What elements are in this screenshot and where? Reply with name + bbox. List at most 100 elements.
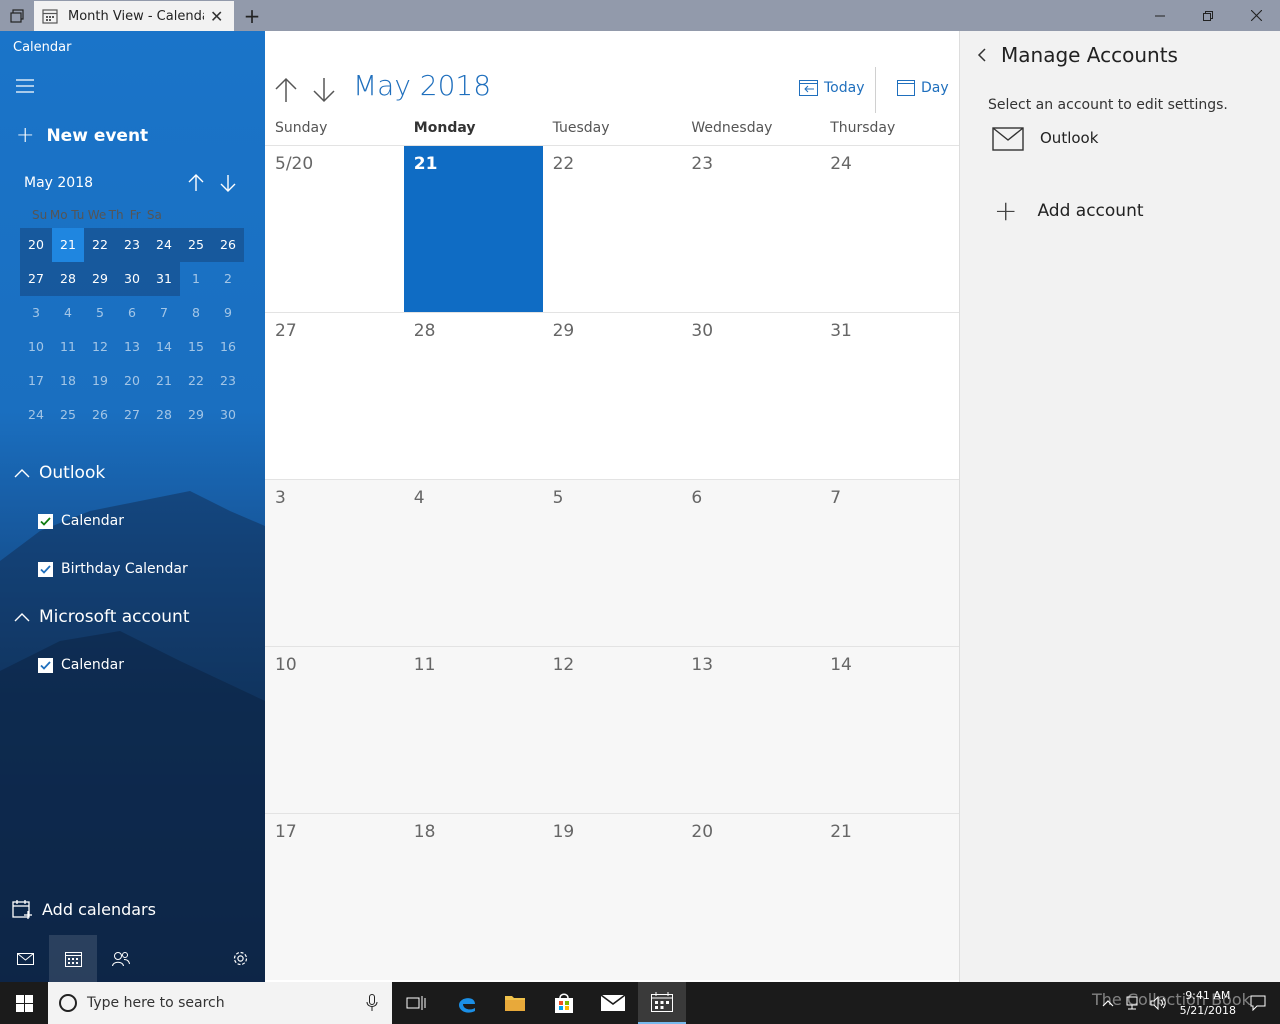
mini-day[interactable]: 20 [116,364,148,398]
day-cell[interactable]: 4 [403,480,543,646]
day-cell[interactable]: 27 [265,313,404,479]
mini-day[interactable]: 26 [212,228,244,262]
day-cell[interactable]: 21 [820,814,959,980]
mini-day[interactable]: 22 [84,228,116,262]
add-calendars-button[interactable]: Add calendars [12,899,156,919]
mini-day[interactable]: 23 [212,364,244,398]
new-tab-button[interactable]: + [240,4,264,28]
day-cell[interactable]: 28 [404,313,543,479]
day-view-button[interactable]: Day [897,79,949,96]
day-cell[interactable]: 20 [681,814,821,980]
checkbox[interactable] [38,513,53,529]
mini-day[interactable]: 21 [148,364,180,398]
mini-day[interactable]: 26 [84,398,116,432]
mini-day[interactable]: 28 [148,398,180,432]
show-hidden-icons-icon[interactable] [1102,999,1114,1007]
restore-button[interactable] [1184,0,1232,31]
day-cell[interactable]: 14 [820,647,959,813]
day-cell[interactable]: 22 [543,146,682,312]
mini-day[interactable]: 8 [180,296,212,330]
edge-button[interactable] [443,982,491,1024]
clock[interactable]: 9:41 AM 5/21/2018 [1180,988,1236,1018]
mini-day[interactable]: 16 [212,330,244,364]
mini-day[interactable]: 12 [84,330,116,364]
mini-next-month-icon[interactable] [219,173,237,193]
file-explorer-button[interactable] [491,982,539,1024]
day-cell[interactable]: 11 [403,647,543,813]
add-account-button[interactable]: + Add account [994,194,1144,227]
mini-day[interactable]: 29 [84,262,116,296]
day-cell[interactable]: 13 [681,647,821,813]
mini-day[interactable]: 27 [20,262,52,296]
day-cell[interactable]: 5 [542,480,682,646]
action-center-icon[interactable] [1250,995,1266,1011]
back-chevron-icon[interactable] [974,45,990,65]
mini-day[interactable]: 28 [52,262,84,296]
calendar-app-button[interactable] [638,982,686,1024]
mini-day[interactable]: 14 [148,330,180,364]
mini-day[interactable]: 11 [52,330,84,364]
day-cell[interactable]: 12 [542,647,682,813]
mini-day[interactable]: 7 [148,296,180,330]
mini-day[interactable]: 23 [116,228,148,262]
mini-day[interactable]: 4 [52,296,84,330]
mini-day[interactable]: 10 [20,330,52,364]
previous-month-icon[interactable] [275,77,297,103]
mini-month-title[interactable]: May 2018 [24,175,93,191]
day-cell[interactable]: 23 [681,146,820,312]
hamburger-menu-icon[interactable] [16,79,34,93]
day-cell[interactable]: 10 [265,647,404,813]
next-month-icon[interactable] [313,77,335,103]
volume-icon[interactable] [1150,996,1168,1010]
mail-app-button[interactable] [589,982,637,1024]
mini-prev-month-icon[interactable] [187,173,205,193]
mini-day[interactable]: 18 [52,364,84,398]
mini-day[interactable]: 15 [180,330,212,364]
group-microsoft-account[interactable]: Microsoft account [14,607,190,627]
day-cell[interactable]: 19 [542,814,682,980]
mini-day[interactable]: 24 [20,398,52,432]
mini-day[interactable]: 1 [180,262,212,296]
day-cell[interactable]: 3 [265,480,404,646]
mini-day[interactable]: 25 [180,228,212,262]
mini-day[interactable]: 9 [212,296,244,330]
checkbox[interactable] [38,561,53,577]
mini-day[interactable]: 24 [148,228,180,262]
mini-day[interactable]: 20 [20,228,52,262]
settings-button[interactable] [216,935,264,982]
mini-day[interactable]: 6 [116,296,148,330]
day-cell[interactable]: 24 [820,146,959,312]
store-button[interactable] [540,982,588,1024]
close-button[interactable] [1232,0,1280,31]
month-title[interactable]: May 2018 [353,69,491,102]
account-item-outlook[interactable]: Outlook [992,127,1098,151]
calendar-item-outlook-calendar[interactable]: Calendar [38,513,124,529]
mini-day[interactable]: 30 [212,398,244,432]
microphone-icon[interactable] [366,994,378,1012]
day-cell[interactable]: 17 [265,814,404,980]
start-button[interactable] [0,982,48,1024]
calendar-item-birthday-calendar[interactable]: Birthday Calendar [38,561,188,577]
people-nav-button[interactable] [97,935,145,982]
mini-day[interactable]: 25 [52,398,84,432]
mini-day-selected[interactable]: 21 [52,228,84,262]
today-button[interactable]: Today [799,79,865,96]
mini-day[interactable]: 5 [84,296,116,330]
mini-day[interactable]: 31 [148,262,180,296]
mini-day[interactable]: 19 [84,364,116,398]
day-cell[interactable]: 29 [543,313,682,479]
mini-day[interactable]: 13 [116,330,148,364]
mini-day[interactable]: 30 [116,262,148,296]
checkbox[interactable] [38,657,53,673]
taskbar-search[interactable]: Type here to search [48,982,392,1024]
day-cell[interactable]: 7 [820,480,959,646]
day-cell[interactable]: 31 [820,313,959,479]
tab-list-button[interactable] [0,0,34,31]
task-view-button[interactable] [392,982,440,1024]
mini-day[interactable]: 29 [180,398,212,432]
mini-day[interactable]: 3 [20,296,52,330]
mail-nav-button[interactable] [1,935,49,982]
tab-calendar[interactable]: Month View - Calendar ✕ [34,1,234,31]
mini-day[interactable]: 2 [212,262,244,296]
day-cell[interactable]: 30 [681,313,820,479]
